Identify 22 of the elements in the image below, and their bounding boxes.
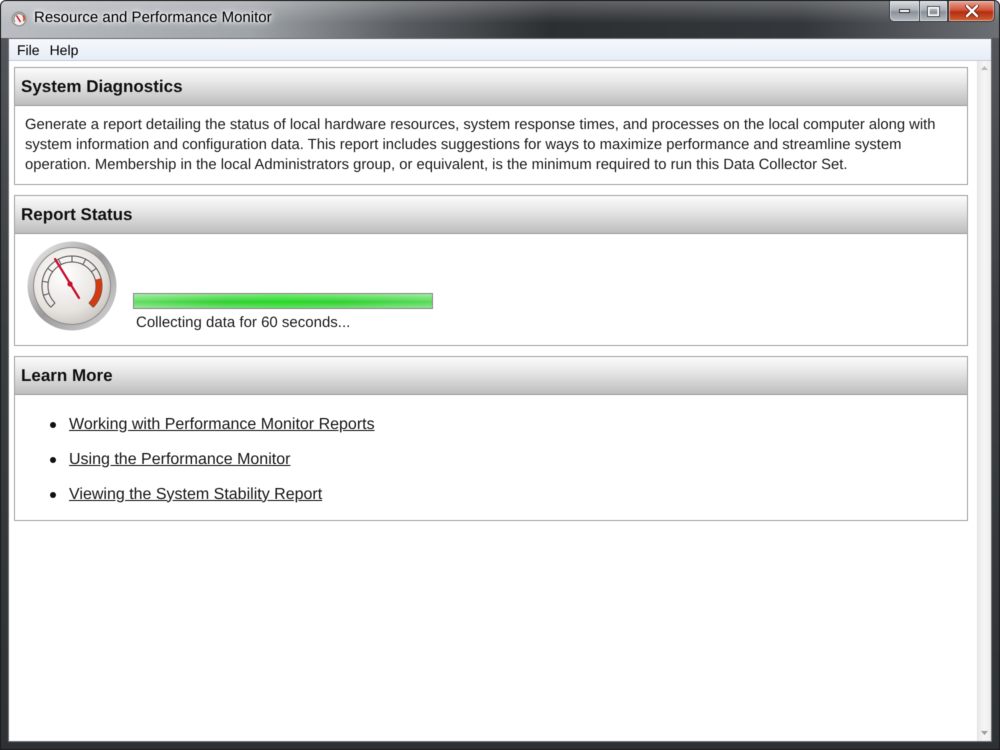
bullet-icon	[50, 492, 56, 498]
description-text: Generate a report detailing the status of local hardware resources, system response times, and processes on the local computer along with system information and configuration data. This report includes suggestions for ways to maximize performance and streamline system operation. Membership in the local Administrators group, or equivalent, is the minimum required to run this Data Collector Set.	[24, 116, 936, 175]
minimize-icon	[899, 9, 910, 13]
help-link[interactable]: Working with Performance Monitor Reports	[69, 416, 375, 434]
close-button[interactable]	[948, 1, 995, 22]
maximize-icon	[927, 6, 940, 16]
app-icon	[11, 11, 27, 27]
window-title: Resource and Performance Monitor	[34, 9, 272, 26]
status-text: Collecting data for 60 seconds...	[136, 314, 352, 331]
help-link[interactable]: Using the Performance Monitor	[69, 450, 290, 468]
maximize-button[interactable]	[920, 1, 948, 22]
bullet-icon	[50, 422, 56, 428]
close-icon	[964, 5, 978, 17]
minimize-button[interactable]	[889, 1, 920, 22]
section-title: System Diagnostics	[21, 76, 183, 96]
bullet-icon	[50, 456, 56, 462]
section-title: Learn More	[21, 366, 113, 386]
help-link[interactable]: Viewing the System Stability Report	[69, 486, 322, 504]
menu-item[interactable]: File	[13, 40, 44, 58]
gauge-icon	[27, 241, 117, 331]
section-title: Report Status	[21, 204, 132, 224]
menu-item[interactable]: Help	[46, 40, 82, 58]
